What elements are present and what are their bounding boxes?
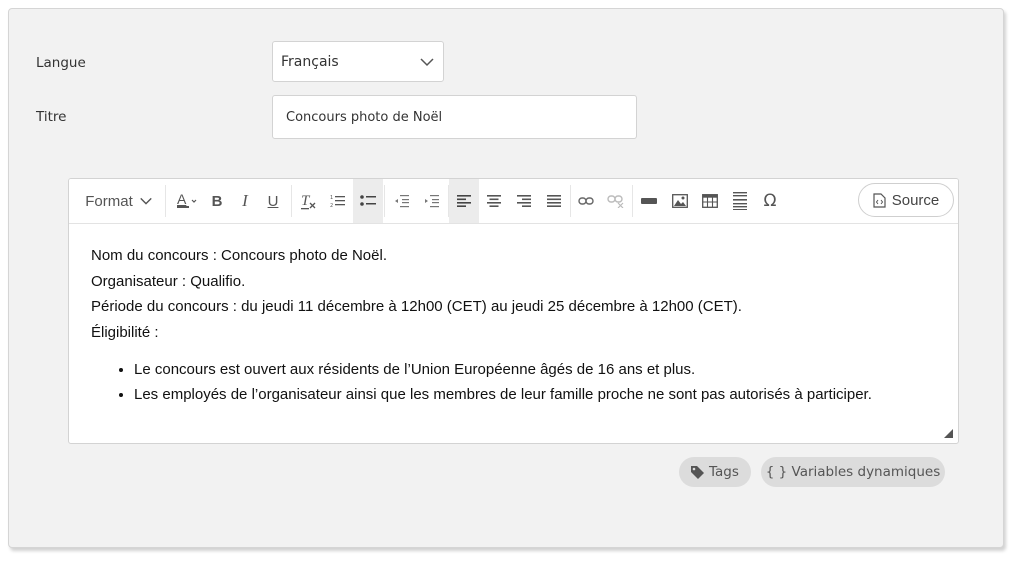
resize-handle[interactable] xyxy=(944,429,953,438)
underline-icon: U xyxy=(267,192,279,210)
toolbar-separator xyxy=(291,185,292,217)
paragraph: Organisateur : Qualifio. xyxy=(91,272,246,290)
title-label: Titre xyxy=(36,109,67,125)
paragraph: Éligibilité : xyxy=(91,323,159,341)
unlink-button[interactable] xyxy=(601,179,631,223)
image-button[interactable] xyxy=(665,179,695,223)
svg-text:2: 2 xyxy=(330,203,333,208)
svg-text:T: T xyxy=(301,193,311,209)
dynamic-variables-label: { } Variables dynamiques xyxy=(765,464,941,480)
paragraph: Période du concours : du jeudi 11 décemb… xyxy=(91,298,742,315)
settings-card: Langue Français Titre Concours photo de … xyxy=(8,8,1004,548)
italic-button[interactable]: I xyxy=(231,179,259,223)
tags-button[interactable]: Tags xyxy=(679,457,751,487)
bullet-list: Le concours est ouvert aux résidents de … xyxy=(91,357,940,407)
align-left-icon xyxy=(457,195,471,207)
chevron-down-icon xyxy=(420,58,434,67)
align-left-button[interactable] xyxy=(449,179,479,223)
format-label: Format xyxy=(85,192,133,210)
source-label: Source xyxy=(891,191,940,209)
special-char-icon: Ω xyxy=(763,191,777,211)
outdent-icon xyxy=(395,195,409,208)
list-item: Le concours est ouvert aux résidents de … xyxy=(134,357,940,382)
source-button[interactable]: Source xyxy=(858,183,954,217)
numbered-list-button[interactable]: 12 xyxy=(323,179,353,223)
justify-button[interactable] xyxy=(539,179,569,223)
remove-format-icon: T xyxy=(301,193,316,210)
bulleted-list-icon xyxy=(360,195,376,206)
page-break-icon xyxy=(733,192,747,210)
language-select[interactable]: Français xyxy=(272,41,444,82)
toolbar-separator xyxy=(165,185,166,217)
link-icon xyxy=(578,197,594,205)
image-icon xyxy=(672,194,688,208)
numbered-list-icon: 12 xyxy=(330,195,345,208)
bold-icon: B xyxy=(211,192,223,210)
title-input[interactable]: Concours photo de Noël xyxy=(272,95,637,139)
chevron-down-icon xyxy=(140,197,152,205)
bold-button[interactable]: B xyxy=(203,179,231,223)
indent-button[interactable] xyxy=(417,179,447,223)
align-right-icon xyxy=(517,195,531,207)
bulleted-list-button[interactable] xyxy=(353,179,383,223)
underline-button[interactable]: U xyxy=(259,179,287,223)
editor-toolbar: Format A B I U T 12 Ω Source xyxy=(69,179,958,224)
page-break-button[interactable] xyxy=(725,179,755,223)
link-button[interactable] xyxy=(571,179,601,223)
format-dropdown[interactable]: Format xyxy=(73,179,165,223)
align-center-icon xyxy=(487,195,501,207)
editor-content[interactable]: Nom du concours : Concours photo de Noël… xyxy=(91,243,940,407)
horizontal-rule-button[interactable] xyxy=(633,179,665,223)
svg-text:1: 1 xyxy=(330,195,333,201)
indent-icon xyxy=(425,195,439,208)
align-center-button[interactable] xyxy=(479,179,509,223)
table-button[interactable] xyxy=(695,179,725,223)
svg-text:A: A xyxy=(177,191,187,207)
toolbar-separator xyxy=(384,185,385,217)
dynamic-variables-button[interactable]: { } Variables dynamiques xyxy=(761,457,945,487)
text-color-icon: A xyxy=(177,191,197,208)
title-input-value: Concours photo de Noël xyxy=(286,110,443,125)
rich-text-editor[interactable]: Format A B I U T 12 Ω Source Nom du conc… xyxy=(68,178,959,444)
table-icon xyxy=(702,194,718,208)
outdent-button[interactable] xyxy=(387,179,417,223)
align-right-button[interactable] xyxy=(509,179,539,223)
italic-icon: I xyxy=(242,191,248,210)
justify-icon xyxy=(547,195,561,207)
horizontal-rule-icon xyxy=(641,198,657,204)
tags-label: Tags xyxy=(709,464,739,480)
special-char-button[interactable]: Ω xyxy=(755,179,785,223)
language-select-value: Français xyxy=(281,54,339,70)
language-label: Langue xyxy=(36,55,86,71)
list-item: Les employés de l’organisateur ainsi que… xyxy=(134,382,940,407)
source-icon xyxy=(873,192,886,208)
tag-icon xyxy=(691,465,704,479)
text-color-button[interactable]: A xyxy=(169,179,203,223)
unlink-icon xyxy=(607,195,624,208)
remove-format-button[interactable]: T xyxy=(295,179,323,223)
paragraph: Nom du concours : Concours photo de Noël… xyxy=(91,247,387,264)
